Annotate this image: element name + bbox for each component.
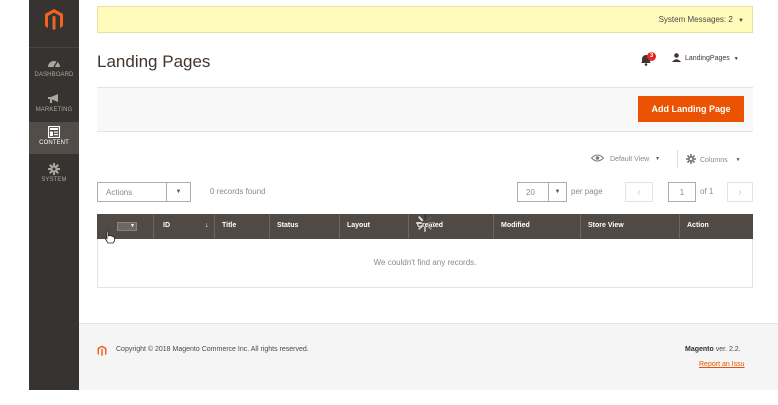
gear-icon bbox=[29, 163, 79, 175]
column-header-id[interactable]: ID bbox=[163, 222, 170, 229]
column-divider bbox=[408, 214, 409, 239]
mass-actions-select[interactable]: Actions ▼ bbox=[97, 182, 191, 202]
system-messages-toggle[interactable]: System Messages: 2 ▼ bbox=[659, 15, 744, 24]
column-header-action: Action bbox=[687, 222, 709, 229]
column-header-store-view[interactable]: Store View bbox=[588, 222, 624, 229]
nav-item-label: CONTENT bbox=[39, 140, 69, 146]
magento-logo-icon[interactable] bbox=[29, 8, 79, 32]
chevron-down-icon: ▼ bbox=[548, 183, 566, 201]
nav-item-label: SYSTEM bbox=[41, 177, 67, 183]
notifications-button[interactable]: 3 bbox=[640, 52, 656, 67]
nav-item-label: MARKETING bbox=[35, 107, 73, 113]
actions-label: Actions bbox=[106, 187, 133, 197]
copyright-text: Copyright © 2018 Magento Commerce Inc. A… bbox=[116, 346, 309, 353]
gear-icon bbox=[686, 154, 696, 166]
chevron-down-icon: ▼ bbox=[733, 55, 739, 62]
user-account-menu[interactable]: LandingPages ▼ bbox=[672, 53, 739, 64]
mass-select-checkbox[interactable]: ▼ bbox=[117, 222, 137, 231]
column-divider bbox=[679, 214, 680, 239]
next-page-button[interactable]: › bbox=[727, 182, 753, 202]
chevron-down-icon: ▼ bbox=[655, 156, 661, 162]
chevron-down-icon: ▼ bbox=[166, 183, 190, 201]
sort-arrow-icon: ↓ bbox=[205, 222, 209, 229]
user-name: LandingPages bbox=[685, 55, 730, 62]
chevron-down-icon: ▼ bbox=[735, 157, 741, 163]
empty-records-message: We couldn't find any records. bbox=[373, 258, 477, 267]
magento-footer-logo-icon bbox=[97, 344, 107, 356]
system-messages-bar: System Messages: 2 ▼ bbox=[97, 6, 753, 33]
add-landing-page-button[interactable]: Add Landing Page bbox=[638, 96, 744, 122]
page-number-input[interactable]: 1 bbox=[668, 182, 696, 202]
columns-dropdown[interactable]: Columns ▼ bbox=[686, 154, 741, 166]
column-divider bbox=[493, 214, 494, 239]
nav-item-marketing[interactable]: MARKETING bbox=[29, 93, 79, 115]
nav-item-dashboard[interactable]: DASHBOARD bbox=[29, 58, 79, 80]
hand-cursor-icon bbox=[104, 230, 116, 244]
previous-page-button[interactable]: ‹ bbox=[625, 182, 653, 202]
nav-item-label: DASHBOARD bbox=[34, 72, 74, 78]
admin-sidebar: DASHBOARD MARKETING CONTENT SYSTEM bbox=[29, 0, 79, 390]
megaphone-icon bbox=[29, 93, 79, 105]
column-header-title[interactable]: Title bbox=[222, 222, 236, 229]
loading-spinner-icon bbox=[415, 213, 435, 233]
columns-label: Columns bbox=[700, 156, 728, 164]
page-footer: Copyright © 2018 Magento Commerce Inc. A… bbox=[79, 323, 778, 390]
nav-item-content[interactable]: CONTENT bbox=[29, 122, 79, 154]
column-divider bbox=[339, 214, 340, 239]
page-total-label: of 1 bbox=[700, 187, 714, 196]
chevron-left-icon: ‹ bbox=[637, 186, 641, 198]
eye-icon bbox=[590, 154, 605, 164]
column-header-modified[interactable]: Modified bbox=[501, 222, 530, 229]
brand-name: Magento bbox=[685, 346, 714, 353]
system-messages-label: System Messages: 2 bbox=[658, 15, 733, 24]
notification-count-badge: 3 bbox=[647, 52, 656, 61]
records-found-count: 0 records found bbox=[210, 187, 266, 196]
chevron-right-icon: › bbox=[738, 186, 742, 198]
per-page-value: 20 bbox=[526, 187, 535, 197]
grid-body: We couldn't find any records. bbox=[97, 239, 753, 288]
controls-divider bbox=[677, 150, 678, 168]
default-view-dropdown[interactable]: Default View ▼ bbox=[590, 154, 661, 164]
chevron-down-icon: ▼ bbox=[738, 18, 744, 24]
column-divider bbox=[580, 214, 581, 239]
chevron-down-icon: ▼ bbox=[130, 223, 135, 229]
dashboard-icon bbox=[29, 58, 79, 70]
nav-item-system[interactable]: SYSTEM bbox=[29, 163, 79, 187]
column-divider bbox=[214, 214, 215, 239]
per-page-select[interactable]: 20 ▼ bbox=[517, 182, 567, 202]
per-page-label: per page bbox=[571, 187, 603, 196]
nav-divider bbox=[29, 47, 79, 48]
view-label: Default View bbox=[610, 155, 650, 163]
page-title: Landing Pages bbox=[97, 52, 211, 71]
user-icon bbox=[672, 53, 681, 64]
content-icon bbox=[29, 125, 79, 139]
report-issue-link[interactable]: Report an Issu bbox=[699, 361, 745, 368]
column-divider bbox=[269, 214, 270, 239]
column-divider bbox=[153, 214, 154, 239]
version-info: Magento ver. 2.2. bbox=[685, 346, 741, 353]
column-header-layout[interactable]: Layout bbox=[347, 222, 370, 229]
version-number: ver. 2.2. bbox=[713, 346, 741, 353]
column-header-status[interactable]: Status bbox=[277, 222, 298, 229]
